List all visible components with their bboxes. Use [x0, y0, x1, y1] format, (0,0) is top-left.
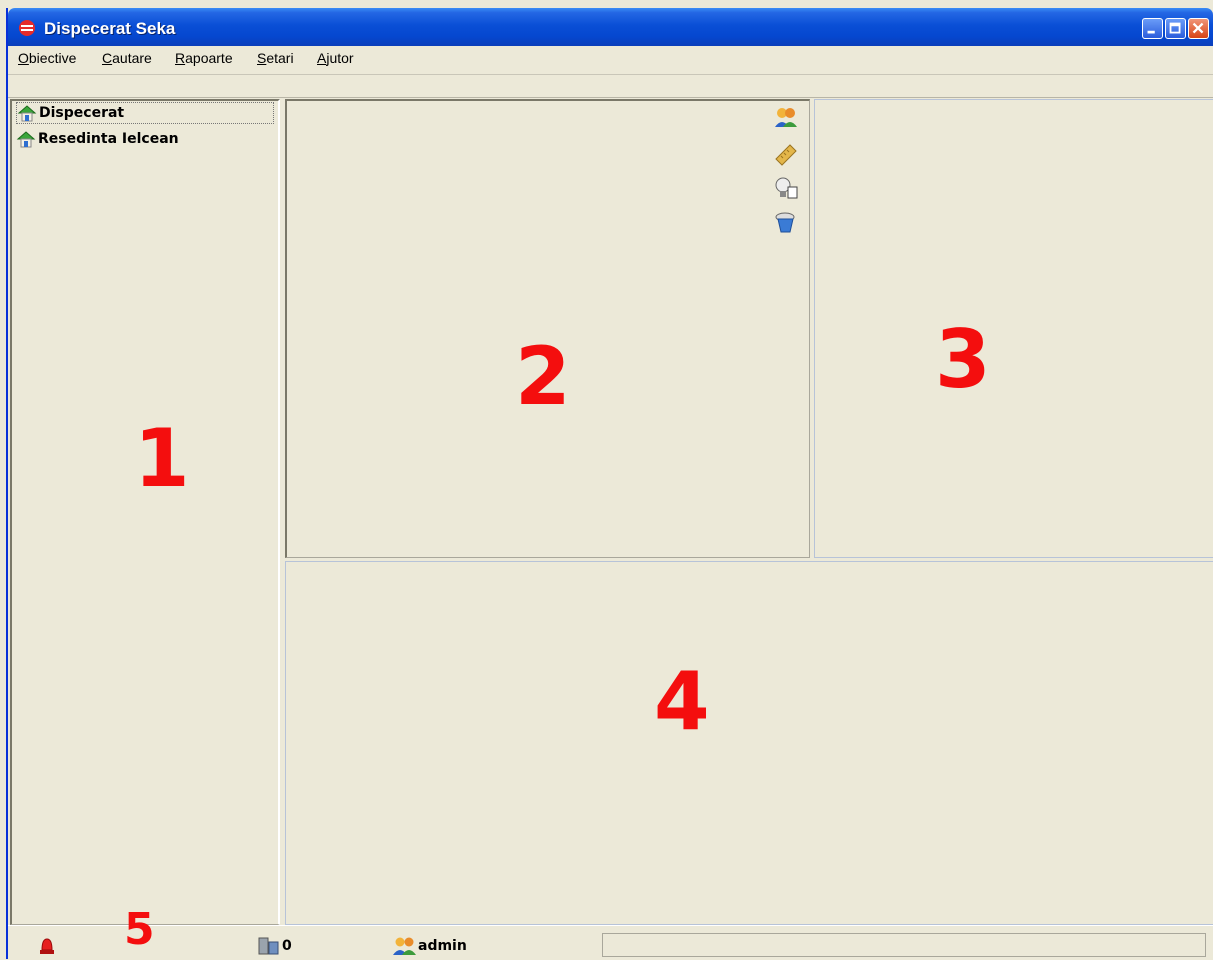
title-bar[interactable]: Dispecerat Seka [8, 8, 1213, 46]
siren-icon[interactable] [38, 936, 56, 956]
users-icon [393, 937, 416, 955]
maximize-icon [1169, 22, 1181, 34]
menu-rapoarte[interactable]: Rapoarte [175, 50, 233, 66]
menu-ajutor[interactable]: Ajutor [317, 50, 354, 66]
maximize-button[interactable] [1165, 18, 1186, 39]
bulb-icon[interactable] [773, 175, 799, 201]
ruler-icon[interactable] [773, 141, 799, 167]
minimize-icon [1147, 30, 1155, 34]
close-button[interactable] [1188, 18, 1209, 39]
events-panel[interactable]: 4 [285, 561, 1213, 925]
map-panel[interactable]: 2 [285, 99, 810, 558]
connection-count: 0 [282, 938, 292, 954]
app-logo-icon [19, 20, 35, 36]
house-icon [17, 105, 37, 122]
menu-cautare[interactable]: Cautare [102, 50, 152, 66]
annotation-number-4: 4 [654, 655, 710, 748]
annotation-number-2: 2 [515, 330, 571, 423]
menu-setari[interactable]: Setari [257, 50, 294, 66]
menu-bar: Obiective Cautare Rapoarte Setari Ajutor [8, 46, 1213, 75]
status-bar: 5 0 admin [8, 908, 1213, 960]
annotation-number-1: 1 [134, 412, 190, 505]
current-user: admin [392, 936, 467, 956]
details-panel[interactable]: 3 [814, 99, 1213, 558]
house-icon [16, 131, 36, 148]
menu-obiective[interactable]: Obiective [18, 50, 76, 66]
tree-item-label: Resedinta Ielcean [38, 131, 179, 147]
annotation-number-3: 3 [935, 313, 991, 406]
tree-item-resedinta-ielcean[interactable]: Resedinta Ielcean [16, 128, 179, 150]
objectives-tree-panel[interactable]: Dispecerat Resedinta Ielcean 1 [10, 99, 280, 925]
minimize-button[interactable] [1142, 18, 1163, 39]
annotation-number-5: 5 [124, 904, 155, 955]
window-title: Dispecerat Seka [44, 19, 176, 38]
users-icon[interactable] [773, 105, 799, 131]
close-icon [1192, 22, 1204, 34]
server-icon [258, 937, 279, 955]
tree-item-dispecerat[interactable]: Dispecerat [16, 102, 274, 124]
connection-counter: 0 [258, 936, 292, 956]
user-name: admin [418, 938, 467, 954]
app-window: Dispecerat Seka Obiective Cautare Rapoar… [6, 8, 1213, 959]
bucket-icon[interactable] [773, 209, 799, 235]
status-message-field [602, 933, 1206, 957]
toolbar-strip [8, 75, 1213, 98]
tree-item-label: Dispecerat [39, 105, 125, 121]
